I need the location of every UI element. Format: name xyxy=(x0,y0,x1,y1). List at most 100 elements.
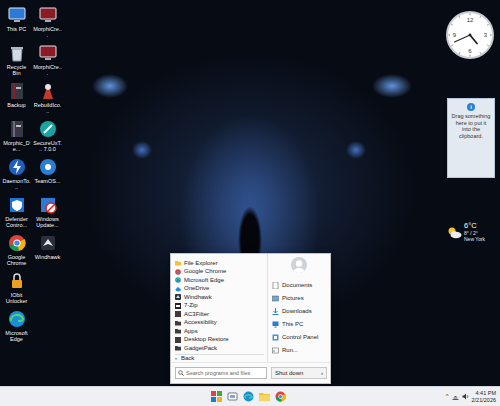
program-label[interactable]: File Explorer xyxy=(184,260,218,267)
desktop-icon[interactable]: RebuildIco... xyxy=(33,81,62,119)
computer-icon xyxy=(7,5,27,25)
program-label[interactable]: Windhawk xyxy=(184,294,212,301)
search-input[interactable] xyxy=(186,369,264,377)
clipboard-gadget[interactable]: iDrag something here to put it into the … xyxy=(447,98,495,178)
program-label[interactable]: 7-Zip xyxy=(184,302,198,309)
program-label[interactable]: Desktop Restore xyxy=(184,336,229,343)
place-label[interactable]: Pictures xyxy=(282,294,304,303)
place-label[interactable]: Downloads xyxy=(282,307,312,316)
desktop-icon[interactable]: Windhawk xyxy=(33,233,62,271)
app-icon xyxy=(175,311,181,317)
program-label[interactable]: Microsoft Edge xyxy=(184,277,224,284)
clock-numeral: 3 xyxy=(484,32,488,38)
desktop-icon[interactable]: This PC xyxy=(2,5,31,43)
program-item[interactable]: AC3Filter xyxy=(175,310,264,319)
desktop-icon[interactable]: Defender Contro... xyxy=(2,195,31,233)
place-item[interactable]: Control Panel xyxy=(268,331,330,344)
start-menu: File ExplorerGoogle Chrome Microsoft Edge… xyxy=(170,253,331,384)
clock-gadget[interactable]: 12369 xyxy=(444,9,496,61)
taskbar-clock[interactable]: 4:41 PM2/21/2026 xyxy=(472,390,496,403)
desktop-icon-label[interactable]: DaemonTo... xyxy=(2,178,31,190)
program-item[interactable]: Accessibility xyxy=(175,319,264,328)
clock-numeral: 12 xyxy=(467,17,474,23)
program-item[interactable]: Google Chrome xyxy=(175,268,264,277)
program-item[interactable]: GadgetPack xyxy=(175,344,264,353)
desktop-icon-label[interactable]: Defender Contro... xyxy=(2,216,31,228)
desktop-icon-label[interactable]: Backup xyxy=(7,102,25,108)
desktop-icon-label[interactable]: Google Chrome xyxy=(2,254,31,266)
taskbar-date[interactable]: 2/21/2026 xyxy=(472,397,496,404)
desktop-icon-label[interactable]: TeamOS... xyxy=(35,178,61,184)
desktop-icon-label[interactable]: MorphiCre... xyxy=(33,64,62,76)
desktop-icon-label[interactable]: Microsoft Edge xyxy=(2,330,31,342)
weather-gadget[interactable]: 6°C8° / 2°New York xyxy=(446,220,496,244)
desktop-icon-label[interactable]: MorphiCre... xyxy=(33,26,62,38)
desktop-icon[interactable]: Microsoft Edge xyxy=(2,309,31,347)
desktop-icon-label[interactable]: RebuildIco... xyxy=(33,102,62,114)
program-label[interactable]: AC3Filter xyxy=(184,311,209,318)
system-tray: ^ 4:41 PM2/21/2026 xyxy=(287,390,500,403)
start-menu-body: File ExplorerGoogle Chrome Microsoft Edge… xyxy=(171,254,330,362)
taskbar-apps xyxy=(210,390,287,403)
desktop-icon[interactable]: Recycle Bin xyxy=(2,43,31,81)
download-icon xyxy=(272,308,279,315)
desktop-icon-label[interactable]: Windhawk xyxy=(35,254,60,260)
program-item[interactable]: File Explorer xyxy=(175,259,264,268)
desktop-icon[interactable]: IObit Unlocker xyxy=(2,271,31,309)
shutdown-button[interactable]: Shut down › xyxy=(271,367,327,379)
taskbar-time[interactable]: 4:41 PM xyxy=(472,390,496,397)
weather-text: 6°C8° / 2°New York xyxy=(464,222,485,242)
place-item[interactable]: This PC xyxy=(268,318,330,331)
place-label[interactable]: Control Panel xyxy=(282,333,318,342)
program-item[interactable]: 7-Zip xyxy=(175,302,264,311)
place-item[interactable]: Run... xyxy=(268,344,330,357)
desktop-icon[interactable]: TeamOS... xyxy=(33,157,62,195)
search-box[interactable] xyxy=(175,367,267,379)
program-label[interactable]: Accessibility xyxy=(184,319,217,326)
desktop-icon-label[interactable]: IObit Unlocker xyxy=(2,292,31,304)
place-item[interactable]: Pictures xyxy=(268,292,330,305)
program-label[interactable]: Apps xyxy=(184,328,198,335)
place-item[interactable]: Downloads xyxy=(268,305,330,318)
desktop-icon[interactable]: SecureUxT... 7.0.0 xyxy=(33,119,62,157)
program-item[interactable]: Microsoft Edge xyxy=(175,276,264,285)
desktop-icon-label[interactable]: SecureUxT... 7.0.0 xyxy=(33,140,62,152)
shield-icon xyxy=(7,195,27,215)
taskbar-button[interactable] xyxy=(274,390,287,403)
desktop-icon-label[interactable]: This PC xyxy=(7,26,27,32)
shutdown-label[interactable]: Shut down xyxy=(275,369,303,378)
desktop-icon[interactable]: MorphiCre... xyxy=(33,43,62,81)
place-label[interactable]: Run... xyxy=(282,346,298,355)
taskbar-button[interactable] xyxy=(242,390,255,403)
program-pane: File ExplorerGoogle Chrome Microsoft Edge… xyxy=(171,254,268,362)
program-item[interactable]: Apps xyxy=(175,327,264,336)
program-item[interactable]: Desktop Restore xyxy=(175,336,264,345)
program-item[interactable]: Windhawk xyxy=(175,293,264,302)
book-icon xyxy=(7,119,27,139)
desktop-icon[interactable]: Windows Update... xyxy=(33,195,62,233)
desktop: This PC Recycle Bin Backup Morphic_De... Dae… xyxy=(0,0,500,386)
desktop-icon-label[interactable]: Morphic_De... xyxy=(2,140,31,152)
program-label[interactable]: OneDrive xyxy=(184,285,209,292)
taskbar-button[interactable] xyxy=(210,390,223,403)
program-item[interactable]: OneDrive xyxy=(175,285,264,294)
desktop-icon[interactable]: Google Chrome xyxy=(2,233,31,271)
desktop-icon-label[interactable]: Recycle Bin xyxy=(2,64,31,76)
program-label[interactable]: Google Chrome xyxy=(184,268,226,275)
place-label[interactable]: This PC xyxy=(282,320,303,329)
folder-icon xyxy=(175,320,181,326)
user-icon xyxy=(291,257,307,273)
desktop-icon[interactable]: Backup xyxy=(2,81,31,119)
desktop-icon-label[interactable]: Windows Update... xyxy=(33,216,62,228)
taskbar-button[interactable] xyxy=(258,390,271,403)
desktop-icon[interactable]: MorphiCre... xyxy=(33,5,62,43)
tray-chevron[interactable]: ^ xyxy=(446,392,449,401)
taskbar-button[interactable] xyxy=(226,390,239,403)
place-label[interactable]: Documents xyxy=(282,281,312,290)
place-item[interactable]: Documents xyxy=(268,279,330,292)
desktop-icon[interactable]: DaemonTo... xyxy=(2,157,31,195)
desktop-icon[interactable]: Morphic_De... xyxy=(2,119,31,157)
hour-hand xyxy=(470,35,477,43)
program-label[interactable]: GadgetPack xyxy=(184,345,217,352)
shutdown-arrow[interactable]: › xyxy=(321,369,323,378)
